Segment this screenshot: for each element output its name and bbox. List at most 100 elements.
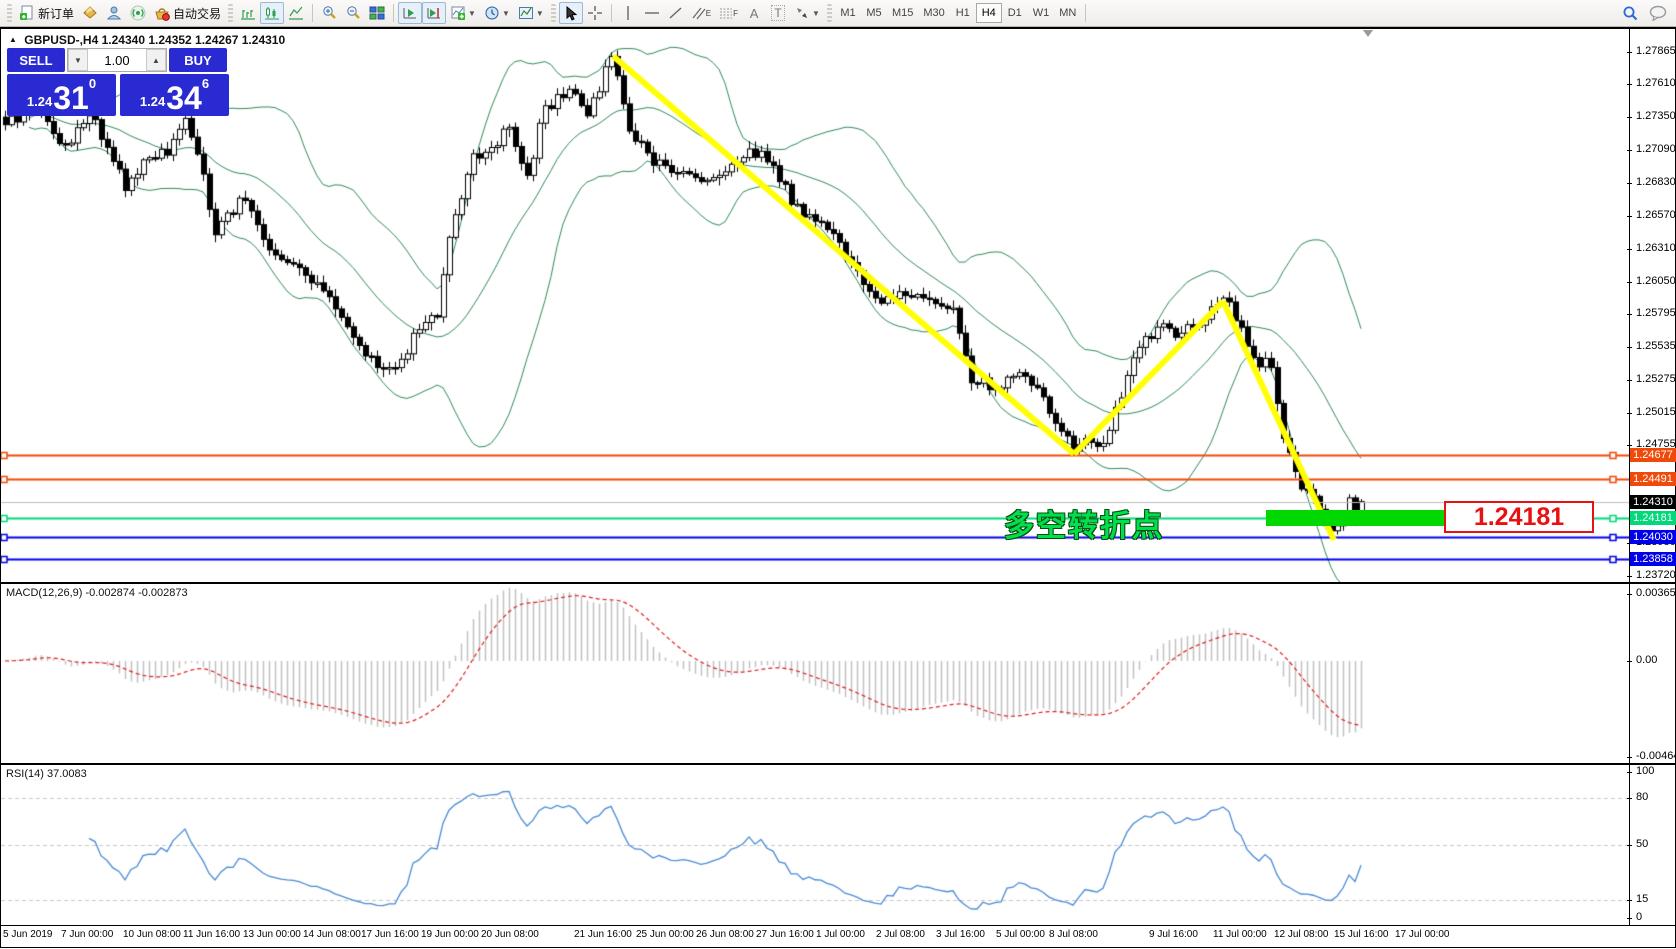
symbol-name: GBPUSD-,H4: [24, 33, 98, 47]
buy-price-pip: 6: [202, 76, 209, 91]
line-chart-button[interactable]: [284, 2, 308, 24]
time-axis-label: 5 Jul 00:00: [996, 929, 1045, 940]
price-tick-label: 1.25275: [1636, 373, 1676, 385]
toolbar-separator: [312, 4, 313, 22]
sell-price-main: 31: [53, 83, 89, 113]
auto-scroll-button[interactable]: [398, 2, 422, 24]
text-label-tool-button[interactable]: T: [766, 2, 790, 24]
time-axis-label: 21 Jun 16:00: [574, 929, 632, 940]
zoom-out-button[interactable]: [341, 2, 365, 24]
candlestick-chart-button[interactable]: [260, 2, 284, 24]
sell-button[interactable]: SELL: [7, 48, 65, 72]
toolbar-separator: [393, 4, 394, 22]
horizontal-line-tool-button[interactable]: [640, 2, 664, 24]
toolbar-separator: [1085, 4, 1086, 22]
candlestick-icon: [264, 5, 280, 21]
quotes-button[interactable]: [78, 2, 102, 24]
buy-price-display[interactable]: 1.24 34 6: [120, 74, 229, 116]
signals-button[interactable]: [126, 2, 150, 24]
time-axis-label: 20 Jun 08:00: [481, 929, 539, 940]
text-tool-icon: A: [750, 6, 759, 21]
auto-trading-button[interactable]: 自动交易: [150, 2, 225, 24]
profile-icon: [106, 5, 122, 21]
search-icon[interactable]: [1622, 5, 1639, 22]
new-order-icon: [19, 5, 35, 21]
sell-price-display[interactable]: 1.24 31 0: [7, 74, 116, 116]
auto-scroll-icon: [402, 5, 418, 21]
time-axis-label: 10 Jun 08:00: [123, 929, 181, 940]
timeframe-button-w1[interactable]: W1: [1028, 3, 1055, 23]
line-chart-icon: [288, 5, 304, 21]
rsi-tick-label: 50: [1636, 838, 1648, 850]
chart-shift-marker-icon[interactable]: [1363, 30, 1373, 37]
volume-decrease-button[interactable]: ▼: [68, 49, 88, 71]
macd-label: MACD(12,26,9) -0.002874 -0.002873: [6, 587, 188, 599]
channel-tool-button[interactable]: E: [688, 2, 715, 24]
buy-button[interactable]: BUY: [169, 48, 227, 72]
rsi-axis[interactable]: 1008050150: [1629, 765, 1675, 925]
macd-tick-label: 0.003658: [1636, 587, 1676, 599]
symbol-info: ▲ GBPUSD-,H4 1.24340 1.24352 1.24267 1.2…: [9, 33, 285, 47]
dropdown-arrow-icon: ▼: [502, 9, 510, 18]
main-plot-area[interactable]: ▲ GBPUSD-,H4 1.24340 1.24352 1.24267 1.2…: [1, 29, 1629, 582]
price-tick-label: 1.27090: [1636, 143, 1676, 155]
auto-trading-icon: [154, 5, 170, 21]
time-axis[interactable]: 5 Jun 20197 Jun 00:0010 Jun 08:0011 Jun …: [1, 926, 1675, 945]
timeframe-button-m5[interactable]: M5: [861, 3, 887, 23]
zoom-in-button[interactable]: [317, 2, 341, 24]
rsi-tick-label: 15: [1636, 893, 1648, 905]
new-order-label: 新订单: [38, 5, 74, 22]
price-tick-label: 1.26050: [1636, 275, 1676, 287]
time-axis-label: 15 Jul 16:00: [1334, 929, 1389, 940]
trendline-tool-button[interactable]: [664, 2, 688, 24]
new-order-button[interactable]: 新订单: [15, 2, 78, 24]
macd-axis[interactable]: 0.0036580.00-0.004645: [1629, 584, 1675, 763]
time-axis-label: 2 Jul 08:00: [876, 929, 925, 940]
rsi-canvas[interactable]: [1, 765, 1629, 924]
timeframe-button-h1[interactable]: H1: [950, 3, 976, 23]
rsi-tick-label: 80: [1636, 791, 1648, 803]
horizontal-line-icon: [644, 6, 660, 20]
navigator-button[interactable]: [102, 2, 126, 24]
time-axis-label: 7 Jun 00:00: [61, 929, 113, 940]
buy-price-main: 34: [166, 83, 202, 113]
price-callout-box[interactable]: 1.24181: [1444, 501, 1594, 533]
fibo-glyph: F: [733, 9, 738, 18]
rsi-plot-area[interactable]: RSI(14) 37.0083: [1, 765, 1629, 925]
volume-increase-button[interactable]: ▲: [146, 49, 166, 71]
vertical-line-tool-button[interactable]: [616, 2, 640, 24]
tile-windows-button[interactable]: [365, 2, 389, 24]
time-axis-label: 9 Jul 16:00: [1149, 929, 1198, 940]
cursor-tool-button[interactable]: [559, 2, 583, 24]
chart-shift-button[interactable]: [422, 2, 446, 24]
timeframe-button-d1[interactable]: D1: [1002, 3, 1028, 23]
highlight-rectangle[interactable]: [1266, 510, 1444, 526]
text-tool-button[interactable]: A: [742, 2, 766, 24]
channel-icon: [692, 6, 706, 20]
main-price-canvas[interactable]: [1, 29, 1629, 582]
macd-plot-area[interactable]: MACD(12,26,9) -0.002874 -0.002873: [1, 584, 1629, 763]
price-level-label: 1.24181: [1630, 511, 1676, 525]
chat-icon[interactable]: [1649, 5, 1668, 21]
price-axis[interactable]: 1.278651.276101.273501.270901.268301.265…: [1629, 29, 1675, 582]
timeframe-button-mn[interactable]: MN: [1054, 3, 1081, 23]
timeframe-button-m1[interactable]: M1: [835, 3, 861, 23]
periods-button[interactable]: ▼: [480, 2, 514, 24]
fibonacci-tool-button[interactable]: F: [715, 2, 742, 24]
timeframe-button-m30[interactable]: M30: [918, 3, 949, 23]
templates-button[interactable]: ▼: [514, 2, 548, 24]
time-axis-label: 5 Jun 2019: [3, 929, 53, 940]
timeframe-button-h4[interactable]: H4: [976, 3, 1002, 23]
crosshair-tool-button[interactable]: [583, 2, 607, 24]
buy-price-prefix: 1.24: [140, 94, 165, 109]
time-axis-label: 17 Jul 00:00: [1395, 929, 1450, 940]
macd-canvas[interactable]: [1, 584, 1629, 763]
time-axis-label: 11 Jul 00:00: [1213, 929, 1267, 940]
volume-value[interactable]: 1.00: [88, 49, 146, 71]
collapse-triangle-icon[interactable]: ▲: [9, 35, 17, 44]
arrows-tool-button[interactable]: ▼: [790, 2, 824, 24]
rsi-tick-label: 100: [1636, 765, 1654, 777]
bar-chart-button[interactable]: [236, 2, 260, 24]
timeframe-button-m15[interactable]: M15: [887, 3, 918, 23]
indicators-button[interactable]: ▼: [446, 2, 480, 24]
